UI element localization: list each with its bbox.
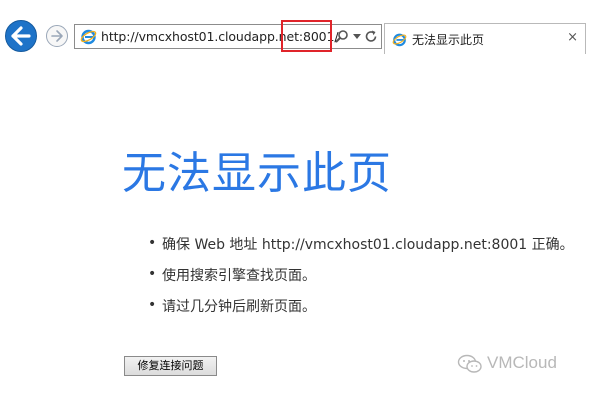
search-icon[interactable] <box>335 29 349 44</box>
list-item: • 使用搜索引擎查找页面。 <box>148 265 574 296</box>
tips-list: • 确保 Web 地址 http://vmcxhost01.cloudapp.n… <box>148 234 574 327</box>
back-arrow-icon <box>11 26 31 46</box>
dropdown-arrow-icon[interactable] <box>353 34 361 40</box>
refresh-icon[interactable] <box>364 29 378 44</box>
page-title: 无法显示此页 <box>122 148 392 199</box>
browser-toolbar: http://vmcxhost01.cloudapp.net:8001/ 无法显… <box>0 0 590 54</box>
watermark-text: VMCloud <box>487 353 557 372</box>
forward-arrow-icon <box>51 30 63 42</box>
bullet: • <box>148 235 157 251</box>
address-bar[interactable]: http://vmcxhost01.cloudapp.net:8001/ <box>74 20 382 52</box>
forward-button[interactable] <box>46 25 68 47</box>
list-item: • 确保 Web 地址 http://vmcxhost01.cloudapp.n… <box>148 234 574 265</box>
tip-text: 确保 Web 地址 http://vmcxhost01.cloudapp.net… <box>162 237 574 253</box>
bullet: • <box>148 297 157 313</box>
close-icon[interactable]: × <box>567 30 578 46</box>
back-button[interactable] <box>5 20 37 52</box>
tab-title: 无法显示此页 <box>412 33 485 47</box>
url-port-highlight <box>281 20 332 52</box>
ie-logo-icon <box>80 29 97 45</box>
tip-text: 使用搜索引擎查找页面。 <box>162 268 316 284</box>
wechat-icon <box>457 354 482 373</box>
list-item: • 请过几分钟后刷新页面。 <box>148 296 574 327</box>
ie-logo-icon <box>392 33 407 47</box>
tab-current[interactable]: 无法显示此页 × <box>384 23 586 54</box>
tip-text: 请过几分钟后刷新页面。 <box>162 299 316 315</box>
fix-connection-button[interactable]: 修复连接问题 <box>124 356 217 376</box>
bullet: • <box>148 266 157 282</box>
